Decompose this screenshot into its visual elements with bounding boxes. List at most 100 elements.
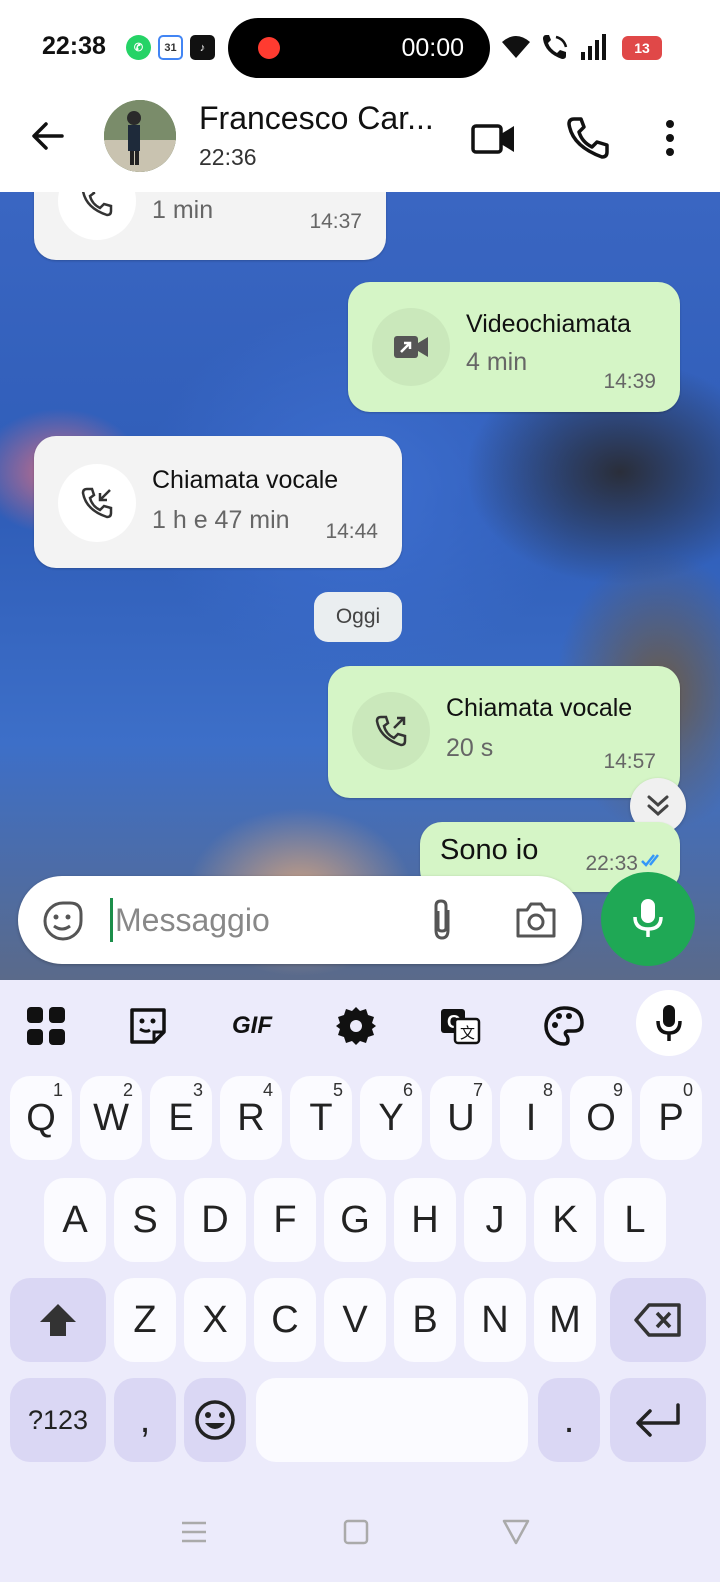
outgoing-call-message[interactable]: Chiamata vocale 20 s 14:57 [328, 666, 680, 798]
menu-icon [182, 1521, 206, 1543]
status-bar: 22:38 ✆ 31 ♪ 00:00 13 [0, 0, 720, 96]
key-g[interactable]: G [324, 1178, 386, 1262]
menu-nav-button[interactable] [174, 1512, 214, 1552]
key-v[interactable]: V [324, 1278, 386, 1362]
back-arrow-icon[interactable] [26, 114, 70, 158]
key-x[interactable]: X [184, 1278, 246, 1362]
space-key[interactable] [256, 1378, 528, 1462]
palette-icon [544, 1006, 584, 1046]
incoming-call-message[interactable]: 1 min 14:37 [34, 192, 386, 260]
signal-icon [581, 34, 606, 60]
enter-icon [636, 1403, 680, 1437]
status-time: 22:38 [42, 32, 106, 60]
sticker-icon [130, 1008, 166, 1044]
key-i[interactable]: I8 [500, 1076, 562, 1160]
video-call-icon[interactable] [470, 114, 518, 162]
key-d[interactable]: D [184, 1178, 246, 1262]
grid-icon [27, 1007, 65, 1045]
key-u[interactable]: U7 [430, 1076, 492, 1160]
key-e[interactable]: E3 [150, 1076, 212, 1160]
voice-input-button[interactable] [636, 990, 702, 1056]
message-composer [18, 876, 582, 964]
back-nav-button[interactable] [496, 1512, 536, 1552]
incoming-call-icon [58, 464, 136, 542]
home-nav-button[interactable] [336, 1512, 376, 1552]
key-y[interactable]: Y6 [360, 1076, 422, 1160]
attach-icon[interactable] [422, 898, 462, 942]
key-t[interactable]: T5 [290, 1076, 352, 1160]
enter-key[interactable] [610, 1378, 706, 1462]
stickers-button[interactable] [118, 996, 178, 1056]
backspace-key[interactable] [610, 1278, 706, 1362]
message-time: 22:33 [585, 852, 638, 875]
calendar-notification-icon: 31 [158, 35, 183, 60]
message-time: 14:39 [603, 370, 656, 393]
camera-icon[interactable] [514, 900, 558, 940]
square-icon [343, 1519, 369, 1545]
outgoing-call-icon [352, 692, 430, 770]
comma-key[interactable]: , [114, 1378, 176, 1462]
key-f[interactable]: F [254, 1178, 316, 1262]
more-options-icon[interactable] [646, 114, 694, 162]
day-separator: Oggi [314, 592, 402, 642]
call-title: Chiamata vocale [446, 694, 633, 722]
key-b[interactable]: B [394, 1278, 456, 1362]
keyboard: GIF G 文 Q1 W2 E3 R4 T5 Y6 U7 I8 O9 P0 [0, 980, 720, 1582]
gear-icon [336, 1007, 376, 1045]
key-z[interactable]: Z [114, 1278, 176, 1362]
settings-button[interactable] [326, 996, 386, 1056]
key-h[interactable]: H [394, 1178, 456, 1262]
key-m[interactable]: M [534, 1278, 596, 1362]
period-key[interactable]: . [538, 1378, 600, 1462]
emoji-icon [195, 1400, 235, 1440]
wifi-icon [502, 36, 530, 58]
message-time: 14:44 [325, 520, 378, 543]
translate-icon: G 文 [441, 1009, 481, 1045]
chat-area[interactable]: 1 min 14:37 Videochiamata 4 min 14:39 Ch… [0, 192, 720, 980]
apps-grid-button[interactable] [16, 996, 76, 1056]
key-n[interactable]: N [464, 1278, 526, 1362]
call-duration: 1 h e 47 min [152, 506, 290, 534]
message-time: 14:37 [309, 210, 362, 233]
outgoing-call-icon [58, 192, 136, 240]
key-w[interactable]: W2 [80, 1076, 142, 1160]
call-title: Videochiamata [466, 310, 631, 338]
key-c[interactable]: C [254, 1278, 316, 1362]
svg-text:文: 文 [460, 1025, 475, 1042]
voice-message-button[interactable] [601, 872, 695, 966]
shift-icon [40, 1304, 76, 1336]
video-call-outgoing-icon [372, 308, 450, 386]
tiktok-notification-icon: ♪ [190, 35, 215, 60]
message-input[interactable] [110, 898, 390, 942]
translate-button[interactable]: G 文 [430, 996, 490, 1056]
voice-call-icon[interactable] [564, 114, 612, 162]
key-r[interactable]: R4 [220, 1076, 282, 1160]
screen-recording-pill[interactable]: 00:00 [228, 18, 490, 78]
call-duration: 4 min [466, 348, 528, 376]
outgoing-video-call-message[interactable]: Videochiamata 4 min 14:39 [348, 282, 680, 412]
triangle-back-icon [502, 1519, 530, 1545]
key-q[interactable]: Q1 [10, 1076, 72, 1160]
last-seen-time: 22:36 [199, 144, 257, 170]
backspace-icon [634, 1303, 681, 1337]
key-a[interactable]: A [44, 1178, 106, 1262]
gif-button[interactable]: GIF [222, 996, 282, 1056]
contact-avatar[interactable] [104, 100, 176, 172]
message-text: Sono io [440, 834, 539, 866]
key-l[interactable]: L [604, 1178, 666, 1262]
theme-button[interactable] [534, 996, 594, 1056]
incoming-call-message[interactable]: Chiamata vocale 1 h e 47 min 14:44 [34, 436, 402, 568]
contact-name[interactable]: Francesco Car... [199, 100, 434, 137]
key-o[interactable]: O9 [570, 1076, 632, 1160]
recording-timer: 00:00 [401, 34, 464, 62]
wifi-calling-icon [543, 35, 568, 59]
key-k[interactable]: K [534, 1178, 596, 1262]
sticker-emoji-icon[interactable] [42, 900, 84, 942]
key-p[interactable]: P0 [640, 1076, 702, 1160]
key-j[interactable]: J [464, 1178, 526, 1262]
key-s[interactable]: S [114, 1178, 176, 1262]
emoji-key[interactable] [184, 1378, 246, 1462]
whatsapp-notification-icon: ✆ [126, 35, 151, 60]
symbols-key[interactable]: ?123 [10, 1378, 106, 1462]
shift-key[interactable] [10, 1278, 106, 1362]
